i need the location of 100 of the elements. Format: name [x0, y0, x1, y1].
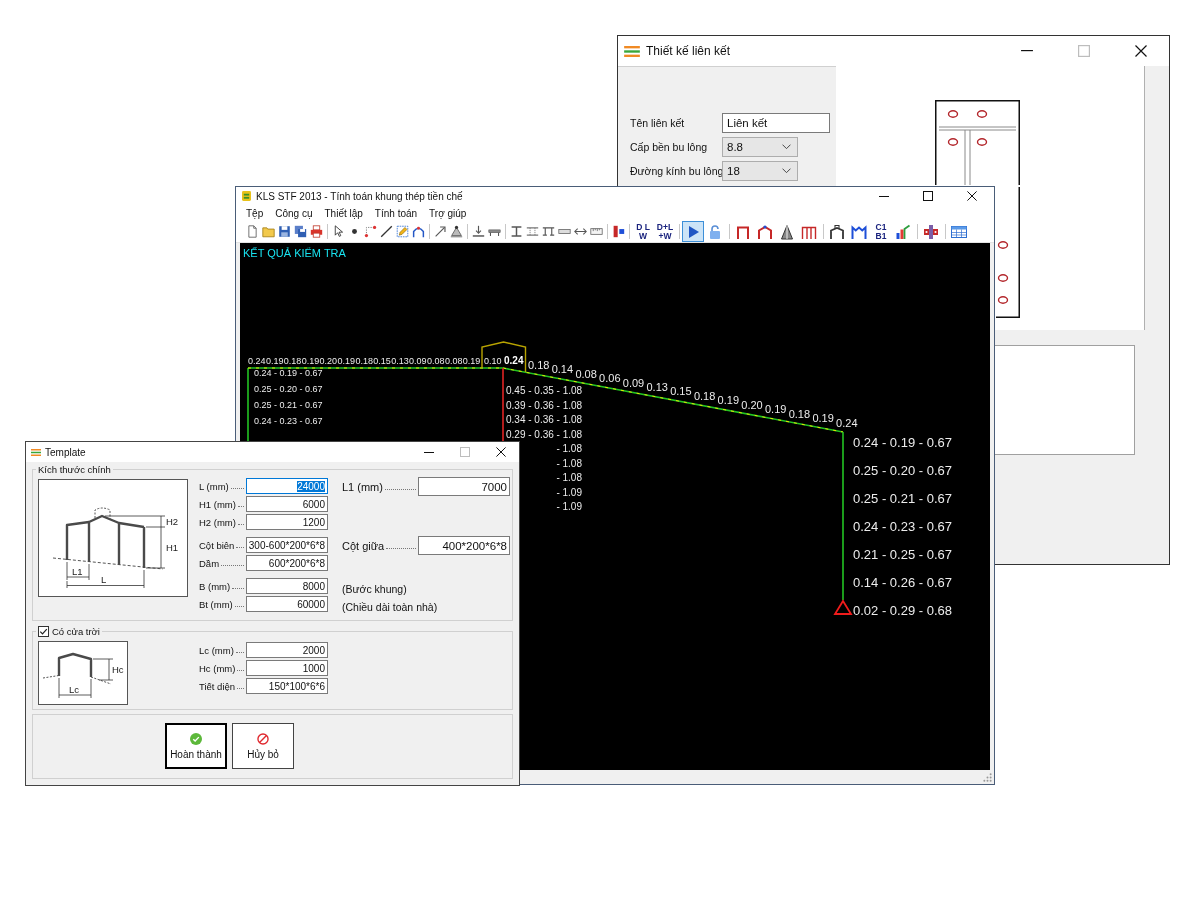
- maximize-icon: [460, 447, 470, 457]
- text-field[interactable]: Liên kết: [722, 113, 830, 133]
- ratio-label: 0.14 - 0.26 - 0.67: [853, 575, 952, 590]
- ratio-label: 0.09: [409, 356, 427, 366]
- close-icon: [496, 447, 506, 457]
- ratio-label: 0.13: [646, 381, 668, 394]
- column-icon: [611, 225, 625, 238]
- field-label: B (mm): [199, 580, 231, 592]
- menu-item[interactable]: Tệp: [240, 205, 270, 221]
- ratio-label: 0.24: [504, 355, 524, 366]
- note-text: (Chiều dài toàn nhà): [342, 600, 438, 615]
- dropdown[interactable]: 8.8: [722, 137, 798, 157]
- ratio-label: - 1.09: [556, 486, 582, 498]
- window-title: Thiết kế liên kết: [646, 44, 731, 58]
- input-field[interactable]: 8000: [246, 578, 328, 594]
- pinned-support-icon: [833, 599, 853, 615]
- input-field[interactable]: 1200: [246, 514, 328, 530]
- dimension-label: L: [101, 574, 107, 585]
- ratio-label: 0.10: [484, 356, 502, 366]
- input-field[interactable]: 2000: [246, 642, 328, 658]
- double-gable-frame-icon: [851, 223, 867, 240]
- minimize-icon: [879, 195, 889, 197]
- ratio-label: 0.20: [741, 398, 763, 411]
- triangle-support-icon: [449, 225, 463, 238]
- finish-button[interactable]: Hoàn thành: [165, 723, 227, 769]
- ratio-label: 0.15: [373, 356, 391, 366]
- ratio-label: 0.19: [812, 412, 834, 425]
- skylight-frame-icon: [829, 223, 845, 240]
- ratio-label: 0.25 - 0.20 - 0.67: [853, 463, 952, 478]
- field-label: H1 (mm): [199, 498, 236, 510]
- ratio-label: 0.19: [765, 403, 787, 416]
- input-field[interactable]: 600*200*6*8: [246, 555, 328, 571]
- ratio-label: 0.20: [319, 356, 338, 366]
- check-circle-icon: [190, 732, 202, 745]
- ratio-label: - 1.08: [556, 457, 582, 469]
- maximize-icon: [923, 191, 933, 201]
- input-field[interactable]: 24000: [246, 478, 328, 494]
- ratio-label: 0.25 - 0.21 - 0.67: [254, 400, 323, 410]
- maximize-icon: [1077, 45, 1090, 57]
- field-label: Hc (mm): [199, 662, 236, 674]
- group-caption: Kích thước chính: [37, 464, 112, 475]
- field-label: Dầm: [199, 557, 220, 569]
- menu-item[interactable]: Tính toán: [368, 205, 424, 221]
- note-text: (Bước khung): [342, 582, 407, 597]
- window-title: Template: [45, 446, 86, 458]
- ratio-label: 0.13: [391, 356, 409, 366]
- close-icon: [967, 191, 977, 201]
- ratio-label: 0.24 - 0.19 - 0.67: [853, 435, 952, 450]
- folder-icon: [261, 225, 275, 238]
- input-field[interactable]: 300-600*200*6*8: [246, 537, 328, 553]
- ratio-label: 0.09: [622, 376, 645, 389]
- checkbox[interactable]: [38, 626, 49, 637]
- field-label: Tiết diện: [199, 680, 236, 692]
- toolbar-button[interactable]: D L W: [632, 221, 654, 242]
- chevron-down-icon: [782, 168, 791, 174]
- document-icon: [245, 225, 259, 238]
- input-field[interactable]: 400*200*6*8: [418, 536, 510, 555]
- input-field[interactable]: 6000: [246, 496, 328, 512]
- ratio-label: 0.08: [427, 356, 445, 366]
- ratio-label: 0.18: [528, 358, 550, 371]
- toolbar-button[interactable]: C1 B1: [870, 221, 892, 242]
- point-load-icon: [471, 225, 485, 238]
- field-label: Cột biên: [199, 539, 235, 551]
- ratio-label: - 1.08: [556, 443, 582, 454]
- ratio-label: 0.14: [551, 363, 574, 376]
- menu-item[interactable]: Công cụ: [269, 205, 319, 221]
- chevron-down-icon: [782, 144, 791, 150]
- field-label: Cấp bền bu lông: [630, 141, 708, 153]
- gable-frame-icon: [757, 223, 773, 240]
- close-icon: [1134, 45, 1147, 57]
- checkbox-label: Có cửa trời: [52, 626, 100, 637]
- minimize-icon: [1020, 50, 1033, 52]
- skylight-outline: [481, 341, 527, 373]
- ratio-label: 0.18: [355, 356, 373, 366]
- ratio-label: 0.06: [599, 372, 621, 385]
- dashed-node-icon: [363, 225, 377, 238]
- skylight-frame-drawing: [42, 652, 112, 685]
- input-field[interactable]: 7000: [418, 477, 510, 496]
- double-line-icon: [525, 225, 539, 238]
- menu-item[interactable]: Thiết lập: [318, 205, 369, 221]
- input-field[interactable]: 60000: [246, 596, 328, 612]
- cancel-button[interactable]: Hủy bỏ: [232, 723, 294, 769]
- menu-item[interactable]: Trợ giúp: [423, 205, 473, 221]
- input-field[interactable]: 1000: [246, 660, 328, 676]
- ratio-label: 0.02 - 0.29 - 0.68: [853, 603, 952, 618]
- ratio-label: 0.18: [788, 407, 811, 420]
- ratio-label: 0.08: [444, 356, 463, 366]
- i-beam-icon: [509, 225, 523, 238]
- resize-grip-icon: [983, 773, 992, 782]
- ratio-label: 0.39 - 0.36 - 1.08: [506, 399, 583, 411]
- dimension-label: H2: [166, 516, 179, 527]
- ratio-label: - 1.08: [556, 472, 582, 483]
- floppy-disks-icon: [293, 225, 307, 238]
- ratio-label: 0.18: [283, 356, 302, 366]
- toolbar-button[interactable]: D+L +W: [654, 221, 676, 242]
- dropdown[interactable]: 18: [722, 161, 798, 181]
- field-label: H2 (mm): [199, 516, 236, 528]
- field-label: L (mm): [199, 480, 229, 492]
- input-field[interactable]: 150*100*6*6: [246, 678, 328, 694]
- diagonal-arrow-icon: [433, 225, 447, 238]
